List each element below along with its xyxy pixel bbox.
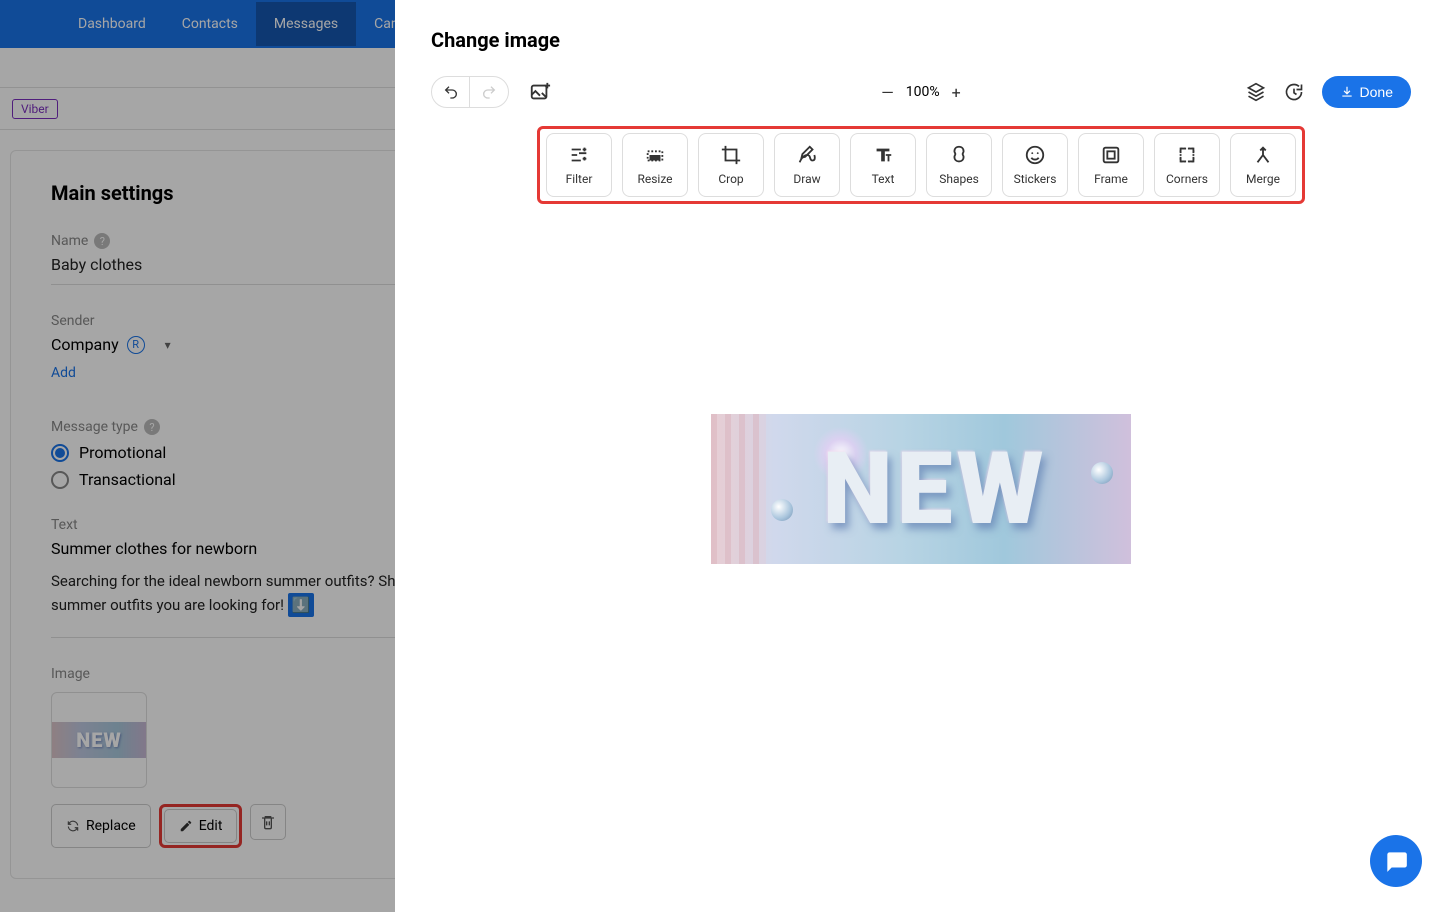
undo-redo-group xyxy=(431,76,509,108)
frame-icon xyxy=(1100,144,1122,166)
tool-row-highlight: Filter Resize Crop Draw Text xyxy=(537,126,1305,204)
zoom-controls: — 100% + xyxy=(881,83,960,102)
tool-merge[interactable]: Merge xyxy=(1230,133,1296,197)
image-plus-icon xyxy=(529,81,551,103)
sphere-decoration xyxy=(771,499,793,521)
tool-shapes[interactable]: Shapes xyxy=(926,133,992,197)
redo-icon xyxy=(481,84,497,100)
canvas-image[interactable]: NEW xyxy=(711,414,1131,564)
tool-draw[interactable]: Draw xyxy=(774,133,840,197)
merge-icon xyxy=(1252,144,1274,166)
draw-icon xyxy=(796,144,818,166)
add-image-button[interactable] xyxy=(525,77,555,107)
crop-icon xyxy=(720,144,742,166)
tool-row: Filter Resize Crop Draw Text xyxy=(546,133,1296,197)
history-icon[interactable] xyxy=(1284,82,1304,102)
image-text: NEW xyxy=(822,431,1047,548)
tool-corners[interactable]: Corners xyxy=(1154,133,1220,197)
sphere-decoration xyxy=(1091,462,1113,484)
zoom-in-button[interactable]: + xyxy=(952,83,961,102)
tool-filter[interactable]: Filter xyxy=(546,133,612,197)
shapes-icon xyxy=(948,144,970,166)
tool-resize[interactable]: Resize xyxy=(622,133,688,197)
tool-row-container: Filter Resize Crop Draw Text xyxy=(395,126,1447,204)
undo-icon xyxy=(443,84,459,100)
text-icon xyxy=(872,144,894,166)
filter-icon xyxy=(568,144,590,166)
image-editor-modal: Change image — 100% + Done xyxy=(395,0,1447,912)
download-icon xyxy=(1340,85,1354,99)
canvas-area[interactable]: NEW xyxy=(395,204,1447,564)
done-button[interactable]: Done xyxy=(1322,76,1411,108)
tool-text[interactable]: Text xyxy=(850,133,916,197)
corners-icon xyxy=(1176,144,1198,166)
modal-title: Change image xyxy=(395,0,1447,68)
undo-button[interactable] xyxy=(432,77,470,107)
tool-stickers[interactable]: Stickers xyxy=(1002,133,1068,197)
chat-icon xyxy=(1383,848,1409,874)
redo-button[interactable] xyxy=(470,77,508,107)
editor-toolbar: — 100% + Done xyxy=(395,68,1447,116)
zoom-level: 100% xyxy=(906,84,940,100)
layers-icon[interactable] xyxy=(1246,82,1266,102)
chat-fab[interactable] xyxy=(1370,835,1422,887)
resize-icon xyxy=(644,144,666,166)
tool-crop[interactable]: Crop xyxy=(698,133,764,197)
tool-frame[interactable]: Frame xyxy=(1078,133,1144,197)
stickers-icon xyxy=(1024,144,1046,166)
zoom-out-button[interactable]: — xyxy=(881,83,894,102)
